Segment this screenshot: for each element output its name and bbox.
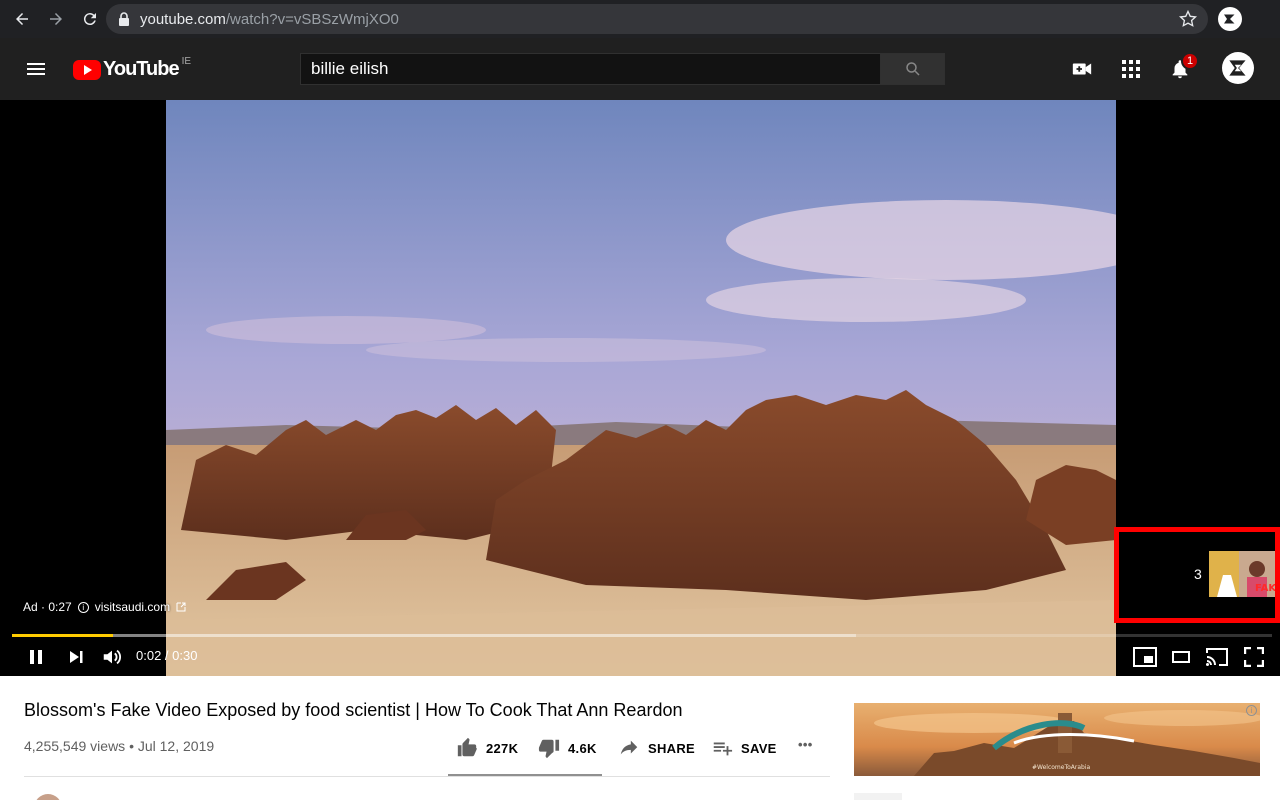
like-count: 227K <box>486 740 519 756</box>
progress-played <box>12 634 113 637</box>
fullscreen-icon[interactable] <box>1242 645 1266 669</box>
external-link-icon[interactable] <box>176 602 186 612</box>
ad-link[interactable]: visitsaudi.com <box>95 600 170 614</box>
back-arrow-icon[interactable] <box>6 3 38 35</box>
info-icon[interactable]: i <box>77 601 89 613</box>
save-button[interactable]: SAVE <box>711 737 777 759</box>
video-player[interactable]: Ad · 0:27 i visitsaudi.com 3 FAKE 0:02 /… <box>0 100 1280 676</box>
views-and-date: 4,255,549 views • Jul 12, 2019 <box>24 738 215 754</box>
playlist-add-icon <box>713 742 733 756</box>
miniplayer-icon[interactable] <box>1132 645 1158 669</box>
video-title: Blossom's Fake Video Exposed by food sci… <box>24 700 683 720</box>
apps-grid-icon[interactable] <box>1119 57 1143 81</box>
like-button[interactable]: 227K <box>456 737 518 759</box>
skip-ad-countdown[interactable]: 3 FAKE <box>1114 527 1280 623</box>
youtube-logo[interactable]: YouTube IE <box>73 56 192 81</box>
country-code: IE <box>181 56 192 67</box>
divider <box>24 776 830 777</box>
share-icon <box>620 740 638 755</box>
url-host: youtube.com <box>140 10 226 28</box>
profile-icon[interactable] <box>1218 7 1242 31</box>
search-button[interactable] <box>880 53 945 85</box>
star-icon[interactable] <box>1178 9 1198 29</box>
notification-badge: 1 <box>1181 52 1199 70</box>
more-actions-button[interactable]: ••• <box>798 737 813 752</box>
thumbs-down-icon <box>538 739 560 759</box>
search-input[interactable]: billie eilish <box>300 53 881 85</box>
pause-icon[interactable] <box>24 645 48 669</box>
progress-bar[interactable] <box>12 634 1272 637</box>
desert-rock-landscape-image <box>166 100 1116 676</box>
more-icon: ••• <box>798 737 813 752</box>
next-video-thumbnail[interactable]: FAKE <box>1209 551 1275 597</box>
theater-icon[interactable] <box>1170 645 1192 669</box>
create-video-icon[interactable] <box>1070 57 1094 81</box>
save-label: SAVE <box>741 740 777 756</box>
address-bar[interactable]: youtube.com/watch?v=vSBSzWmjXO0 <box>106 4 1208 34</box>
sidebar-ad-banner[interactable]: #WelcomeToArabia <box>854 703 1260 776</box>
ad-label: Ad · 0:27 <box>23 600 72 614</box>
skip-countdown: 3 <box>1194 566 1202 582</box>
lock-icon <box>119 12 129 26</box>
youtube-masthead: YouTube IE billie eilish <box>0 38 1280 100</box>
progress-buffered <box>12 634 857 637</box>
ad-caption: #WelcomeToArabia <box>1032 764 1091 771</box>
video-frame[interactable] <box>166 100 1116 676</box>
cast-icon[interactable] <box>1204 645 1230 669</box>
share-button[interactable]: SHARE <box>618 737 695 759</box>
ad-info-icon[interactable]: i <box>1246 705 1257 716</box>
dislike-button[interactable]: 4.6K <box>538 737 597 759</box>
youtube-play-logo-icon <box>73 59 101 80</box>
volume-icon[interactable] <box>100 645 124 669</box>
share-label: SHARE <box>648 740 696 756</box>
menu-icon[interactable] <box>24 57 48 81</box>
next-icon[interactable] <box>64 645 88 669</box>
ad-banner-image: #WelcomeToArabia <box>854 703 1260 776</box>
svg-text:FAKE: FAKE <box>1255 583 1275 594</box>
url-path: /watch?v=vSBSzWmjXO0 <box>225 10 399 28</box>
forward-arrow-icon[interactable] <box>40 3 72 35</box>
logo-text: YouTube <box>103 58 180 80</box>
time-display: 0:02 / 0:30 <box>136 648 198 663</box>
browser-toolbar: youtube.com/watch?v=vSBSzWmjXO0 <box>0 0 1280 38</box>
ad-info: Ad · 0:27 i visitsaudi.com <box>23 600 186 614</box>
sidebar-item[interactable] <box>854 793 902 800</box>
avatar[interactable] <box>1222 52 1254 84</box>
dislike-count: 4.6K <box>568 740 597 756</box>
channel-avatar[interactable] <box>34 794 62 800</box>
reload-icon[interactable] <box>74 3 106 35</box>
search-icon <box>905 62 920 76</box>
thumbs-up-icon <box>457 737 477 757</box>
